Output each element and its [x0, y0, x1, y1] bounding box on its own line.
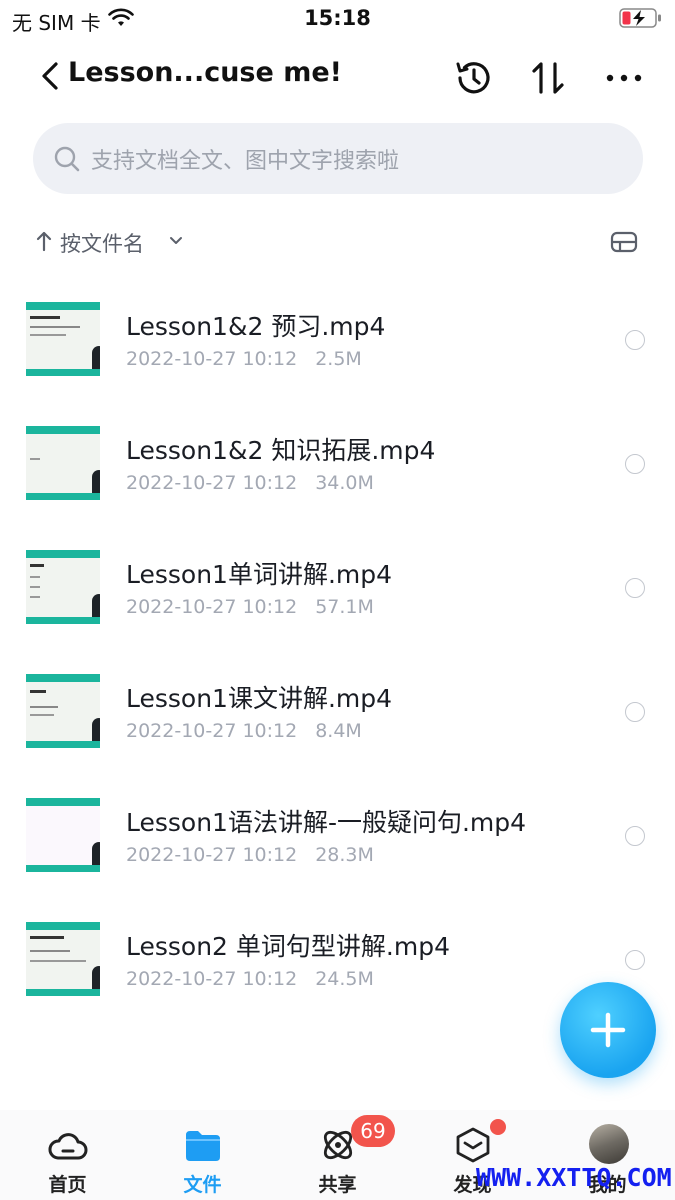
file-item[interactable]: Lesson1语法讲解-一般疑问句.mp4 2022-10-27 10:12 28… [0, 786, 675, 910]
folder-icon [186, 1131, 220, 1161]
select-radio[interactable] [625, 578, 645, 598]
file-meta: 2022-10-27 10:12 57.1M [126, 596, 374, 618]
back-icon[interactable] [38, 56, 66, 96]
file-size: 24.5M [315, 968, 374, 990]
file-name: Lesson2 单词句型讲解.mp4 [126, 932, 450, 961]
search-placeholder: 支持文档全文、图中文字搜索啦 [91, 149, 400, 174]
video-thumbnail [26, 550, 100, 624]
page-title: Lesson...cuse me! [68, 57, 342, 88]
watermark: WWW.XXTTQ.COM [476, 1163, 672, 1192]
select-radio[interactable] [625, 330, 645, 350]
file-name: Lesson1&2 预习.mp4 [126, 312, 386, 341]
file-list: Lesson1&2 预习.mp4 2022-10-27 10:12 2.5M Le… [0, 290, 675, 1034]
file-date: 2022-10-27 10:12 [126, 968, 298, 990]
add-button[interactable] [560, 982, 656, 1078]
file-meta: 2022-10-27 10:12 2.5M [126, 348, 362, 370]
tab-home[interactable]: 首页 [0, 1110, 135, 1200]
file-meta: 2022-10-27 10:12 28.3M [126, 844, 374, 866]
search-bar[interactable]: 支持文档全文、图中文字搜索啦 [33, 123, 643, 194]
file-name: Lesson1单词讲解.mp4 [126, 560, 393, 589]
file-name: Lesson1语法讲解-一般疑问句.mp4 [126, 808, 527, 837]
more-icon[interactable] [602, 56, 646, 100]
battery-charging-icon [619, 8, 661, 28]
notification-dot [490, 1119, 506, 1135]
tab-label: 首页 [48, 1174, 87, 1196]
file-item[interactable]: Lesson1单词讲解.mp4 2022-10-27 10:12 57.1M [0, 538, 675, 662]
video-thumbnail [26, 922, 100, 996]
status-bar: 无 SIM 卡 15:18 [0, 0, 675, 40]
file-meta: 2022-10-27 10:12 24.5M [126, 968, 374, 990]
search-icon [54, 146, 80, 172]
file-date: 2022-10-27 10:12 [126, 844, 298, 866]
file-date: 2022-10-27 10:12 [126, 596, 298, 618]
file-name: Lesson1&2 知识拓展.mp4 [126, 436, 436, 465]
select-radio[interactable] [625, 826, 645, 846]
view-mode-toggle-icon[interactable] [610, 230, 638, 254]
notification-badge: 69 [351, 1115, 395, 1147]
video-thumbnail [26, 426, 100, 500]
file-name: Lesson1课文讲解.mp4 [126, 684, 393, 713]
history-icon[interactable] [452, 56, 496, 100]
file-date: 2022-10-27 10:12 [126, 472, 298, 494]
file-size: 34.0M [315, 472, 374, 494]
chevron-down-icon[interactable] [168, 234, 184, 248]
tab-label: 共享 [318, 1174, 357, 1196]
clock: 15:18 [304, 6, 371, 30]
select-radio[interactable] [625, 702, 645, 722]
file-item[interactable]: Lesson1&2 预习.mp4 2022-10-27 10:12 2.5M [0, 290, 675, 414]
file-size: 2.5M [315, 348, 362, 370]
video-thumbnail [26, 798, 100, 872]
plus-icon [590, 1012, 626, 1048]
avatar[interactable] [589, 1124, 629, 1164]
discover-cube-icon [456, 1127, 490, 1163]
video-thumbnail [26, 674, 100, 748]
file-date: 2022-10-27 10:12 [126, 348, 298, 370]
sort-icon[interactable] [527, 56, 571, 100]
file-meta: 2022-10-27 10:12 8.4M [126, 720, 362, 742]
cloud-icon [48, 1133, 88, 1160]
sort-row: 按文件名 [0, 222, 675, 262]
header: Lesson...cuse me! [0, 48, 675, 104]
file-size: 57.1M [315, 596, 374, 618]
file-size: 28.3M [315, 844, 374, 866]
arrow-up-icon [36, 231, 52, 252]
file-date: 2022-10-27 10:12 [126, 720, 298, 742]
tab-files[interactable]: 文件 [135, 1110, 270, 1200]
file-size: 8.4M [315, 720, 362, 742]
select-radio[interactable] [625, 454, 645, 474]
file-meta: 2022-10-27 10:12 34.0M [126, 472, 374, 494]
tab-label: 文件 [183, 1174, 222, 1196]
sort-by-filename-button[interactable]: 按文件名 [60, 228, 144, 258]
video-thumbnail [26, 302, 100, 376]
file-item[interactable]: Lesson1&2 知识拓展.mp4 2022-10-27 10:12 34.0M [0, 414, 675, 538]
file-item[interactable]: Lesson1课文讲解.mp4 2022-10-27 10:12 8.4M [0, 662, 675, 786]
select-radio[interactable] [625, 950, 645, 970]
